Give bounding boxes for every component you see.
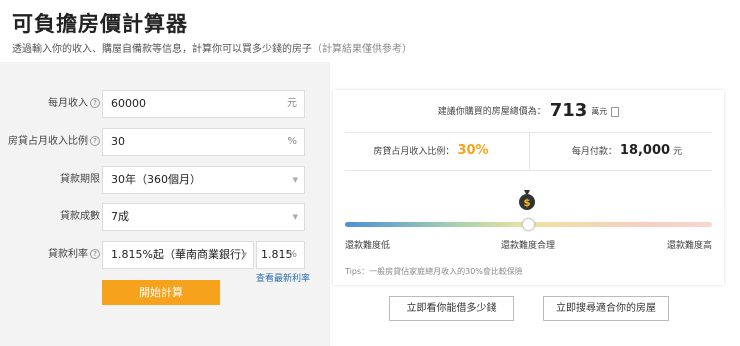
total-value: 713 (549, 100, 588, 121)
term-label: 貸款期限 (60, 174, 100, 185)
income-label-text: 每月收入 (48, 98, 88, 109)
ratio-row: 房貸占月收入比例? 30% (0, 128, 330, 156)
ratio-value: 30 (111, 135, 125, 148)
ratio-label: 房貸占月收入比例? (8, 128, 100, 156)
rate-input[interactable]: 1.815% (256, 241, 305, 269)
term-select[interactable]: 30年（360個月） ▼ (102, 166, 305, 194)
rate-label: 貸款利率? (48, 241, 100, 269)
difficulty-mid-label: 還款難度合理 (501, 241, 556, 251)
total-price: 建議你購買的房屋總價為： 713 萬元 (333, 90, 724, 132)
svg-text:$: $ (524, 198, 531, 209)
page-title: 可負擔房價計算器 (12, 12, 188, 36)
term-value: 30年（360個月） (111, 173, 201, 186)
borrow-amount-button[interactable]: 立即看你能借多少錢 (389, 296, 514, 321)
loan-pct-select[interactable]: 7成 ▼ (102, 203, 305, 231)
caret-down-icon: ▼ (241, 251, 247, 259)
ratio-unit: % (287, 136, 297, 147)
divider (345, 170, 712, 171)
help-icon[interactable]: ? (90, 98, 100, 108)
rate-select[interactable]: 1.815%起（華南商業銀行） ▼ (102, 241, 254, 269)
income-input[interactable]: 60000 元 (102, 90, 305, 118)
income-value: 60000 (111, 97, 146, 110)
calculate-button[interactable]: 開始計算 (102, 280, 220, 305)
result-panel: 建議你購買的房屋總價為： 713 萬元 房貸占月收入比例： 30% 每月付款： 18,0… (333, 90, 724, 285)
subtitle-text: 透過輸入你的收入、購屋自備款等信息，計算你可以買多少錢的房子 (12, 44, 312, 55)
document-icon[interactable] (611, 106, 620, 117)
caret-down-icon: ▼ (292, 176, 298, 184)
search-house-button[interactable]: 立即搜尋適合你的房屋 (543, 296, 669, 321)
ratio-label-text: 房貸占月收入比例 (8, 136, 88, 147)
rate-unit: % (287, 249, 297, 260)
difficulty-low-label: 還款難度低 (345, 241, 391, 251)
monthly-label: 每月付款： (571, 147, 617, 157)
money-bag-icon: $ (519, 190, 535, 210)
total-unit: 萬元 (591, 107, 608, 116)
loan-pct-row: 貸款成數 7成 ▼ (0, 203, 330, 231)
rate-row: 貸款利率? 1.815%起（華南商業銀行） ▼ 1.815% (0, 241, 330, 269)
calculator-form: 每月收入? 60000 元 房貸占月收入比例? 30% 貸款期限 30年（360個… (0, 62, 330, 346)
help-icon[interactable]: ? (90, 136, 100, 146)
help-icon[interactable]: ? (90, 249, 100, 259)
income-label: 每月收入? (48, 90, 100, 118)
ratio-input[interactable]: 30% (102, 128, 305, 156)
loan-pct-label: 貸款成數 (60, 211, 100, 222)
caret-down-icon: ▼ (292, 213, 298, 221)
difficulty-high-label: 還款難度高 (667, 241, 713, 251)
ratio-result-label: 房貸占月收入比例： (373, 147, 455, 157)
difficulty-indicator (522, 218, 535, 231)
rate-bank-value: 1.815%起（華南商業銀行） (111, 248, 252, 261)
loan-pct-value: 7成 (111, 210, 129, 223)
total-label: 建議你購買的房屋總價為： (437, 107, 546, 117)
income-unit: 元 (287, 98, 297, 109)
tips-text: Tips：一般房貸佔家庭總月收入的30%會比較保險 (345, 267, 523, 276)
page-subtitle: 透過輸入你的收入、購屋自備款等信息，計算你可以買多少錢的房子（計算結果僅供參考） (12, 40, 412, 55)
term-row: 貸款期限 30年（360個月） ▼ (0, 166, 330, 194)
ratio-result-value: 30% (457, 143, 489, 158)
subtitle-note: （計算結果僅供參考） (312, 44, 412, 55)
monthly-result: 每月付款： 18,000 元 (530, 132, 724, 170)
monthly-value: 18,000 (619, 143, 671, 158)
latest-rate-link[interactable]: 查看最新利率 (256, 271, 310, 284)
rate-label-text: 貸款利率 (48, 249, 88, 260)
ratio-result: 房貸占月收入比例： 30% (333, 132, 529, 170)
income-row: 每月收入? 60000 元 (0, 90, 330, 118)
monthly-unit: 元 (673, 147, 683, 157)
